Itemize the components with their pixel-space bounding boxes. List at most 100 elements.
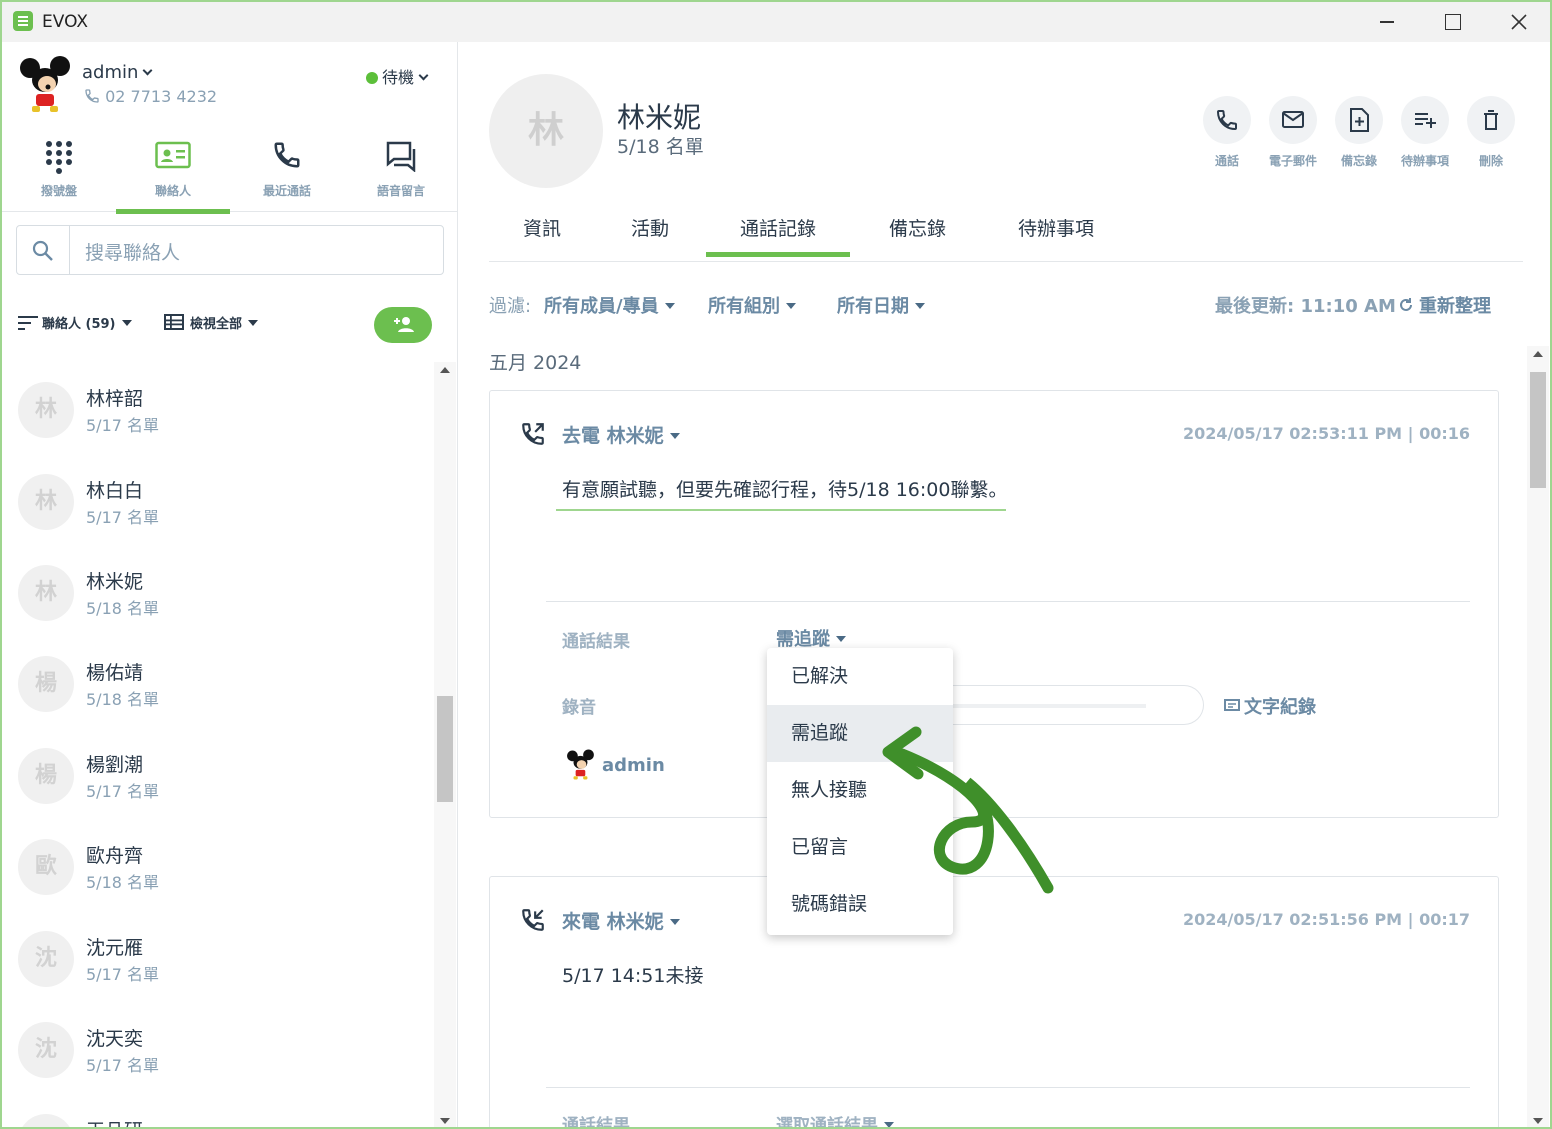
audio-player[interactable] [910,685,1204,725]
tab-memo[interactable]: 備忘錄 [889,214,946,241]
list-item[interactable]: 楊楊佑靖 5/18 名單 [2,636,432,726]
tab-recent-calls[interactable]: 最近通話 [230,134,344,212]
scroll-down-icon[interactable] [1533,1118,1543,1124]
status-label: 待機 [382,68,415,87]
user-menu[interactable]: admin [82,62,153,83]
contact-list-name: 5/18 名單 [617,136,704,158]
sort-menu[interactable]: 聯絡人 (59) [18,313,132,332]
todo-add-icon [1415,113,1436,128]
contact-list-scrollbar[interactable] [434,362,456,1127]
phone-icon [1216,110,1237,131]
call-title[interactable]: 去電 林米妮 [562,421,680,448]
scrollbar-thumb[interactable] [437,696,453,802]
transcript-icon [1224,699,1240,711]
avatar: 林 [18,565,74,621]
list-item[interactable]: 林林梓韶 5/17 名單 [2,362,432,452]
caret-down-icon [836,636,846,642]
divider [546,601,1470,602]
contact-list-name: 5/17 名單 [86,1056,160,1075]
contact-list-name: 5/17 名單 [86,508,160,527]
filter-label: 過濾: [489,296,532,317]
add-contact-button[interactable] [374,307,432,343]
user-avatar[interactable] [18,56,74,114]
list-item[interactable]: 沈沈元雁 5/17 名單 [2,911,432,1001]
search-divider [69,226,70,274]
list-toolbar: 聯絡人 (59) 檢視全部 [18,305,438,343]
avatar: 王 [18,1114,74,1127]
list-item[interactable]: 林林米妮 5/18 名單 [2,545,432,635]
tab-todo[interactable]: 待辦事項 [1018,214,1094,241]
contact-list-name: 5/18 名單 [86,873,160,892]
scrollbar-thumb[interactable] [1530,372,1546,488]
search-box[interactable]: 搜尋聯絡人 [16,225,444,275]
user-extension: 02 7713 4232 [84,87,217,106]
contact-list-name: 5/17 名單 [86,416,160,435]
call-title[interactable]: 來電 林米妮 [562,907,680,934]
note-add-icon [1350,108,1369,132]
outgoing-call-icon [522,423,544,445]
tab-dialpad[interactable]: 撥號盤 [2,134,116,212]
groups-filter[interactable]: 所有組別 [708,292,796,318]
members-filter[interactable]: 所有成員/專員 [544,292,675,318]
contact-list-name: 5/18 名單 [86,599,160,618]
call-result-value: 需追蹤 [776,629,830,650]
evox-logo-icon [13,11,33,31]
close-icon [1511,14,1527,30]
delete-action-button[interactable]: 刪除 [1466,96,1516,169]
contact-name: 沈元雁 [86,937,144,959]
scroll-up-icon[interactable] [440,367,450,373]
todo-action-button[interactable]: 待辦事項 [1400,96,1450,169]
scroll-down-icon[interactable] [440,1118,450,1124]
add-person-icon [394,317,414,332]
title-bar: EVOX [2,2,1550,42]
tab-voicemail[interactable]: 語音留言 [344,134,458,212]
status-menu[interactable]: 待機 [366,64,429,88]
mail-icon [1282,111,1304,128]
tab-call-log[interactable]: 通話記錄 [705,214,851,257]
tab-contacts[interactable]: 聯絡人 [116,134,230,214]
tab-label: 語音留言 [376,184,425,198]
list-item[interactable]: 歐歐舟齊 5/18 名單 [2,819,432,909]
divider [546,1087,1470,1088]
call-log-scrollbar[interactable] [1527,346,1549,1127]
list-item[interactable]: 林林白白 5/17 名單 [2,454,432,544]
tab-activity[interactable]: 活動 [631,214,669,241]
action-label: 備忘錄 [1340,154,1377,168]
memo-action-button[interactable]: 備忘錄 [1334,96,1384,169]
month-heading: 五月 2024 [489,352,582,374]
avatar: 林 [18,474,74,530]
caret-down-icon [669,919,680,925]
view-menu[interactable]: 檢視全部 [164,313,259,332]
minimize-button[interactable] [1364,6,1410,38]
refresh-button[interactable]: 重新整理 [1397,292,1491,318]
action-label: 刪除 [1478,154,1503,168]
tab-label: 最近通話 [262,184,311,198]
status-dot [366,72,378,84]
tab-info[interactable]: 資訊 [523,214,561,241]
list-view-icon [164,314,184,330]
contact-list: 林 林梓韶 5/17 名單 林林白白 5/17 名單 林林米妮 5/18 名單 楊楊佑靖… [2,362,432,1127]
transcript-button[interactable]: 文字紀錄 [1224,693,1316,719]
list-item[interactable]: 王 王品研 [2,1094,432,1127]
list-item[interactable]: 沈沈天奕 5/17 名單 [2,1002,432,1092]
maximize-button[interactable] [1430,6,1476,38]
contact-list-name: 5/17 名單 [86,965,160,984]
contact-card-icon [155,141,191,169]
annotation-arrow-icon [882,726,1054,894]
agent-avatar [567,749,594,780]
list-item[interactable]: 楊楊劉潮 5/17 名單 [2,728,432,818]
dates-filter[interactable]: 所有日期 [837,292,925,318]
caret-down-icon [786,303,796,309]
trash-icon [1484,110,1498,130]
contact-name: 林梓韶 [86,388,144,410]
call-note[interactable]: 5/17 14:51未接 [562,961,703,988]
option-resolved[interactable]: 已解決 [767,648,953,705]
call-action-button[interactable]: 通話 [1202,96,1252,169]
close-button[interactable] [1496,6,1542,38]
email-action-button[interactable]: 電子郵件 [1268,96,1318,169]
call-result-select[interactable]: 選取通話結果 [776,1111,894,1127]
call-note[interactable]: 有意願試聽，但要先確認行程，待5/18 16:00聯繫。 [562,475,1007,502]
call-title-text: 來電 林米妮 [562,911,664,933]
scroll-up-icon[interactable] [1533,351,1543,357]
search-input[interactable]: 搜尋聯絡人 [85,238,180,265]
